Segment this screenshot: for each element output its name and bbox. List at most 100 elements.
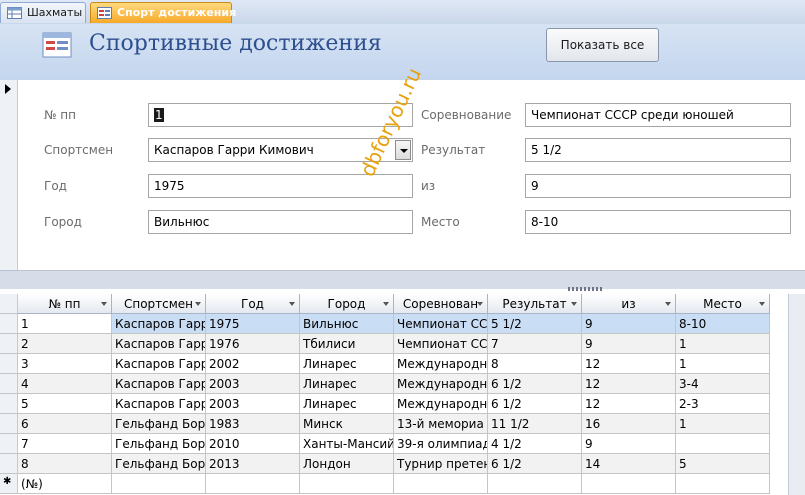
row-selector[interactable]: [0, 394, 18, 414]
cell-year[interactable]: 1976: [206, 334, 300, 354]
new-record-star-icon[interactable]: [0, 474, 18, 494]
of-field[interactable]: 9: [525, 174, 791, 198]
sort-filter-arrow-icon[interactable]: [759, 302, 765, 306]
cell-athlete[interactable]: Каспаров Гарр: [112, 314, 206, 334]
new-cell-year[interactable]: [206, 474, 300, 494]
new-cell-place[interactable]: [676, 474, 770, 494]
cell-city[interactable]: Тбилиси: [300, 334, 394, 354]
cell-num[interactable]: 5: [18, 394, 112, 414]
cell-competition[interactable]: 39-я олимпиад: [394, 434, 488, 454]
cell-num[interactable]: 6: [18, 414, 112, 434]
row-selector[interactable]: [0, 374, 18, 394]
show-all-button[interactable]: Показать все: [546, 28, 659, 62]
table-row[interactable]: 5 Каспаров Гарр 2003 Линарес Международн 6 1/…: [0, 394, 770, 414]
cell-num[interactable]: 7: [18, 434, 112, 454]
cell-num[interactable]: 1: [18, 314, 112, 334]
new-cell-num[interactable]: (№): [18, 474, 112, 494]
cell-competition[interactable]: 13-й мемориа: [394, 414, 488, 434]
table-row[interactable]: 2 Каспаров Гарр 1976 Тбилиси Чемпионат СС 7 9 1: [0, 334, 770, 354]
cell-result[interactable]: 5 1/2: [488, 314, 582, 334]
select-all-corner[interactable]: [0, 294, 18, 314]
cell-competition[interactable]: Международн: [394, 394, 488, 414]
cell-num[interactable]: 2: [18, 334, 112, 354]
cell-city[interactable]: Линарес: [300, 374, 394, 394]
cell-athlete[interactable]: Каспаров Гарр: [112, 354, 206, 374]
record-selector[interactable]: [0, 80, 18, 270]
sort-filter-arrow-icon[interactable]: [383, 302, 389, 306]
table-row[interactable]: 4 Каспаров Гарр 2003 Линарес Международн 6 1/…: [0, 374, 770, 394]
column-header-result[interactable]: Результат: [488, 294, 582, 314]
tab-sport-achievements[interactable]: Спорт достижения: [90, 2, 236, 23]
column-header-of[interactable]: из: [582, 294, 676, 314]
table-row[interactable]: 1 Каспаров Гарр 1975 Вильнюс Чемпионат СС 5 1…: [0, 314, 770, 334]
vertical-scrollbar[interactable]: [788, 294, 805, 495]
cell-result[interactable]: 11 1/2: [488, 414, 582, 434]
cell-of[interactable]: 16: [582, 414, 676, 434]
cell-city[interactable]: Вильнюс: [300, 314, 394, 334]
cell-athlete[interactable]: Каспаров Гарр: [112, 334, 206, 354]
tab-chess[interactable]: Шахматы: [0, 2, 86, 23]
row-selector[interactable]: [0, 454, 18, 474]
cell-year[interactable]: 2002: [206, 354, 300, 374]
sort-filter-arrow-icon[interactable]: [289, 302, 295, 306]
split-form-splitter[interactable]: [0, 270, 805, 289]
cell-city[interactable]: Лондон: [300, 454, 394, 474]
cell-year[interactable]: 1983: [206, 414, 300, 434]
table-row[interactable]: 8 Гельфанд Бор 2013 Лондон Турнир претен 6 1/…: [0, 454, 770, 474]
cell-competition[interactable]: Международн: [394, 374, 488, 394]
cell-place[interactable]: 3-4: [676, 374, 770, 394]
row-selector[interactable]: [0, 354, 18, 374]
cell-year[interactable]: 2003: [206, 374, 300, 394]
cell-place[interactable]: 2-3: [676, 394, 770, 414]
new-cell-result[interactable]: [488, 474, 582, 494]
dropdown-arrow-icon[interactable]: [395, 140, 411, 160]
sort-filter-arrow-icon[interactable]: [101, 302, 107, 306]
row-selector[interactable]: [0, 314, 18, 334]
cell-place[interactable]: 8-10: [676, 314, 770, 334]
table-row[interactable]: 6 Гельфанд Бор 1983 Минск 13-й мемориа 11 1/2…: [0, 414, 770, 434]
cell-city[interactable]: Ханты-Мансий: [300, 434, 394, 454]
cell-result[interactable]: 8: [488, 354, 582, 374]
column-header-competition[interactable]: Соревнован: [394, 294, 488, 314]
cell-place[interactable]: 1: [676, 334, 770, 354]
row-selector[interactable]: [0, 434, 18, 454]
cell-result[interactable]: 6 1/2: [488, 394, 582, 414]
sort-filter-arrow-icon[interactable]: [477, 302, 483, 306]
cell-place[interactable]: [676, 434, 770, 454]
column-header-num[interactable]: № пп: [18, 294, 112, 314]
cell-year[interactable]: 2013: [206, 454, 300, 474]
cell-of[interactable]: 9: [582, 334, 676, 354]
cell-athlete[interactable]: Гельфанд Бор: [112, 434, 206, 454]
splitter-grip-icon[interactable]: [568, 287, 602, 291]
column-header-athlete[interactable]: Спортсмен: [112, 294, 206, 314]
row-selector[interactable]: [0, 334, 18, 354]
sort-filter-arrow-icon[interactable]: [571, 302, 577, 306]
cell-place[interactable]: 5: [676, 454, 770, 474]
cell-num[interactable]: 8: [18, 454, 112, 474]
competition-field[interactable]: Чемпионат СССР среди юношей: [525, 103, 791, 127]
cell-city[interactable]: Линарес: [300, 394, 394, 414]
cell-of[interactable]: 9: [582, 434, 676, 454]
cell-result[interactable]: 6 1/2: [488, 374, 582, 394]
cell-num[interactable]: 3: [18, 354, 112, 374]
cell-of[interactable]: 12: [582, 374, 676, 394]
cell-place[interactable]: 1: [676, 414, 770, 434]
column-header-place[interactable]: Место: [676, 294, 770, 314]
cell-result[interactable]: 6 1/2: [488, 454, 582, 474]
place-field[interactable]: 8-10: [525, 210, 791, 234]
cell-competition[interactable]: Чемпионат СС: [394, 334, 488, 354]
cell-num[interactable]: 4: [18, 374, 112, 394]
new-cell-of[interactable]: [582, 474, 676, 494]
cell-of[interactable]: 9: [582, 314, 676, 334]
sort-filter-arrow-icon[interactable]: [195, 302, 201, 306]
table-row[interactable]: 7 Гельфанд Бор 2010 Ханты-Мансий 39-я олимпи…: [0, 434, 770, 454]
cell-city[interactable]: Минск: [300, 414, 394, 434]
num-field[interactable]: 1: [148, 103, 413, 127]
column-header-year[interactable]: Год: [206, 294, 300, 314]
cell-year[interactable]: 1975: [206, 314, 300, 334]
cell-city[interactable]: Линарес: [300, 354, 394, 374]
new-cell-competition[interactable]: [394, 474, 488, 494]
column-header-city[interactable]: Город: [300, 294, 394, 314]
new-record-row[interactable]: (№): [0, 474, 770, 494]
cell-of[interactable]: 12: [582, 354, 676, 374]
